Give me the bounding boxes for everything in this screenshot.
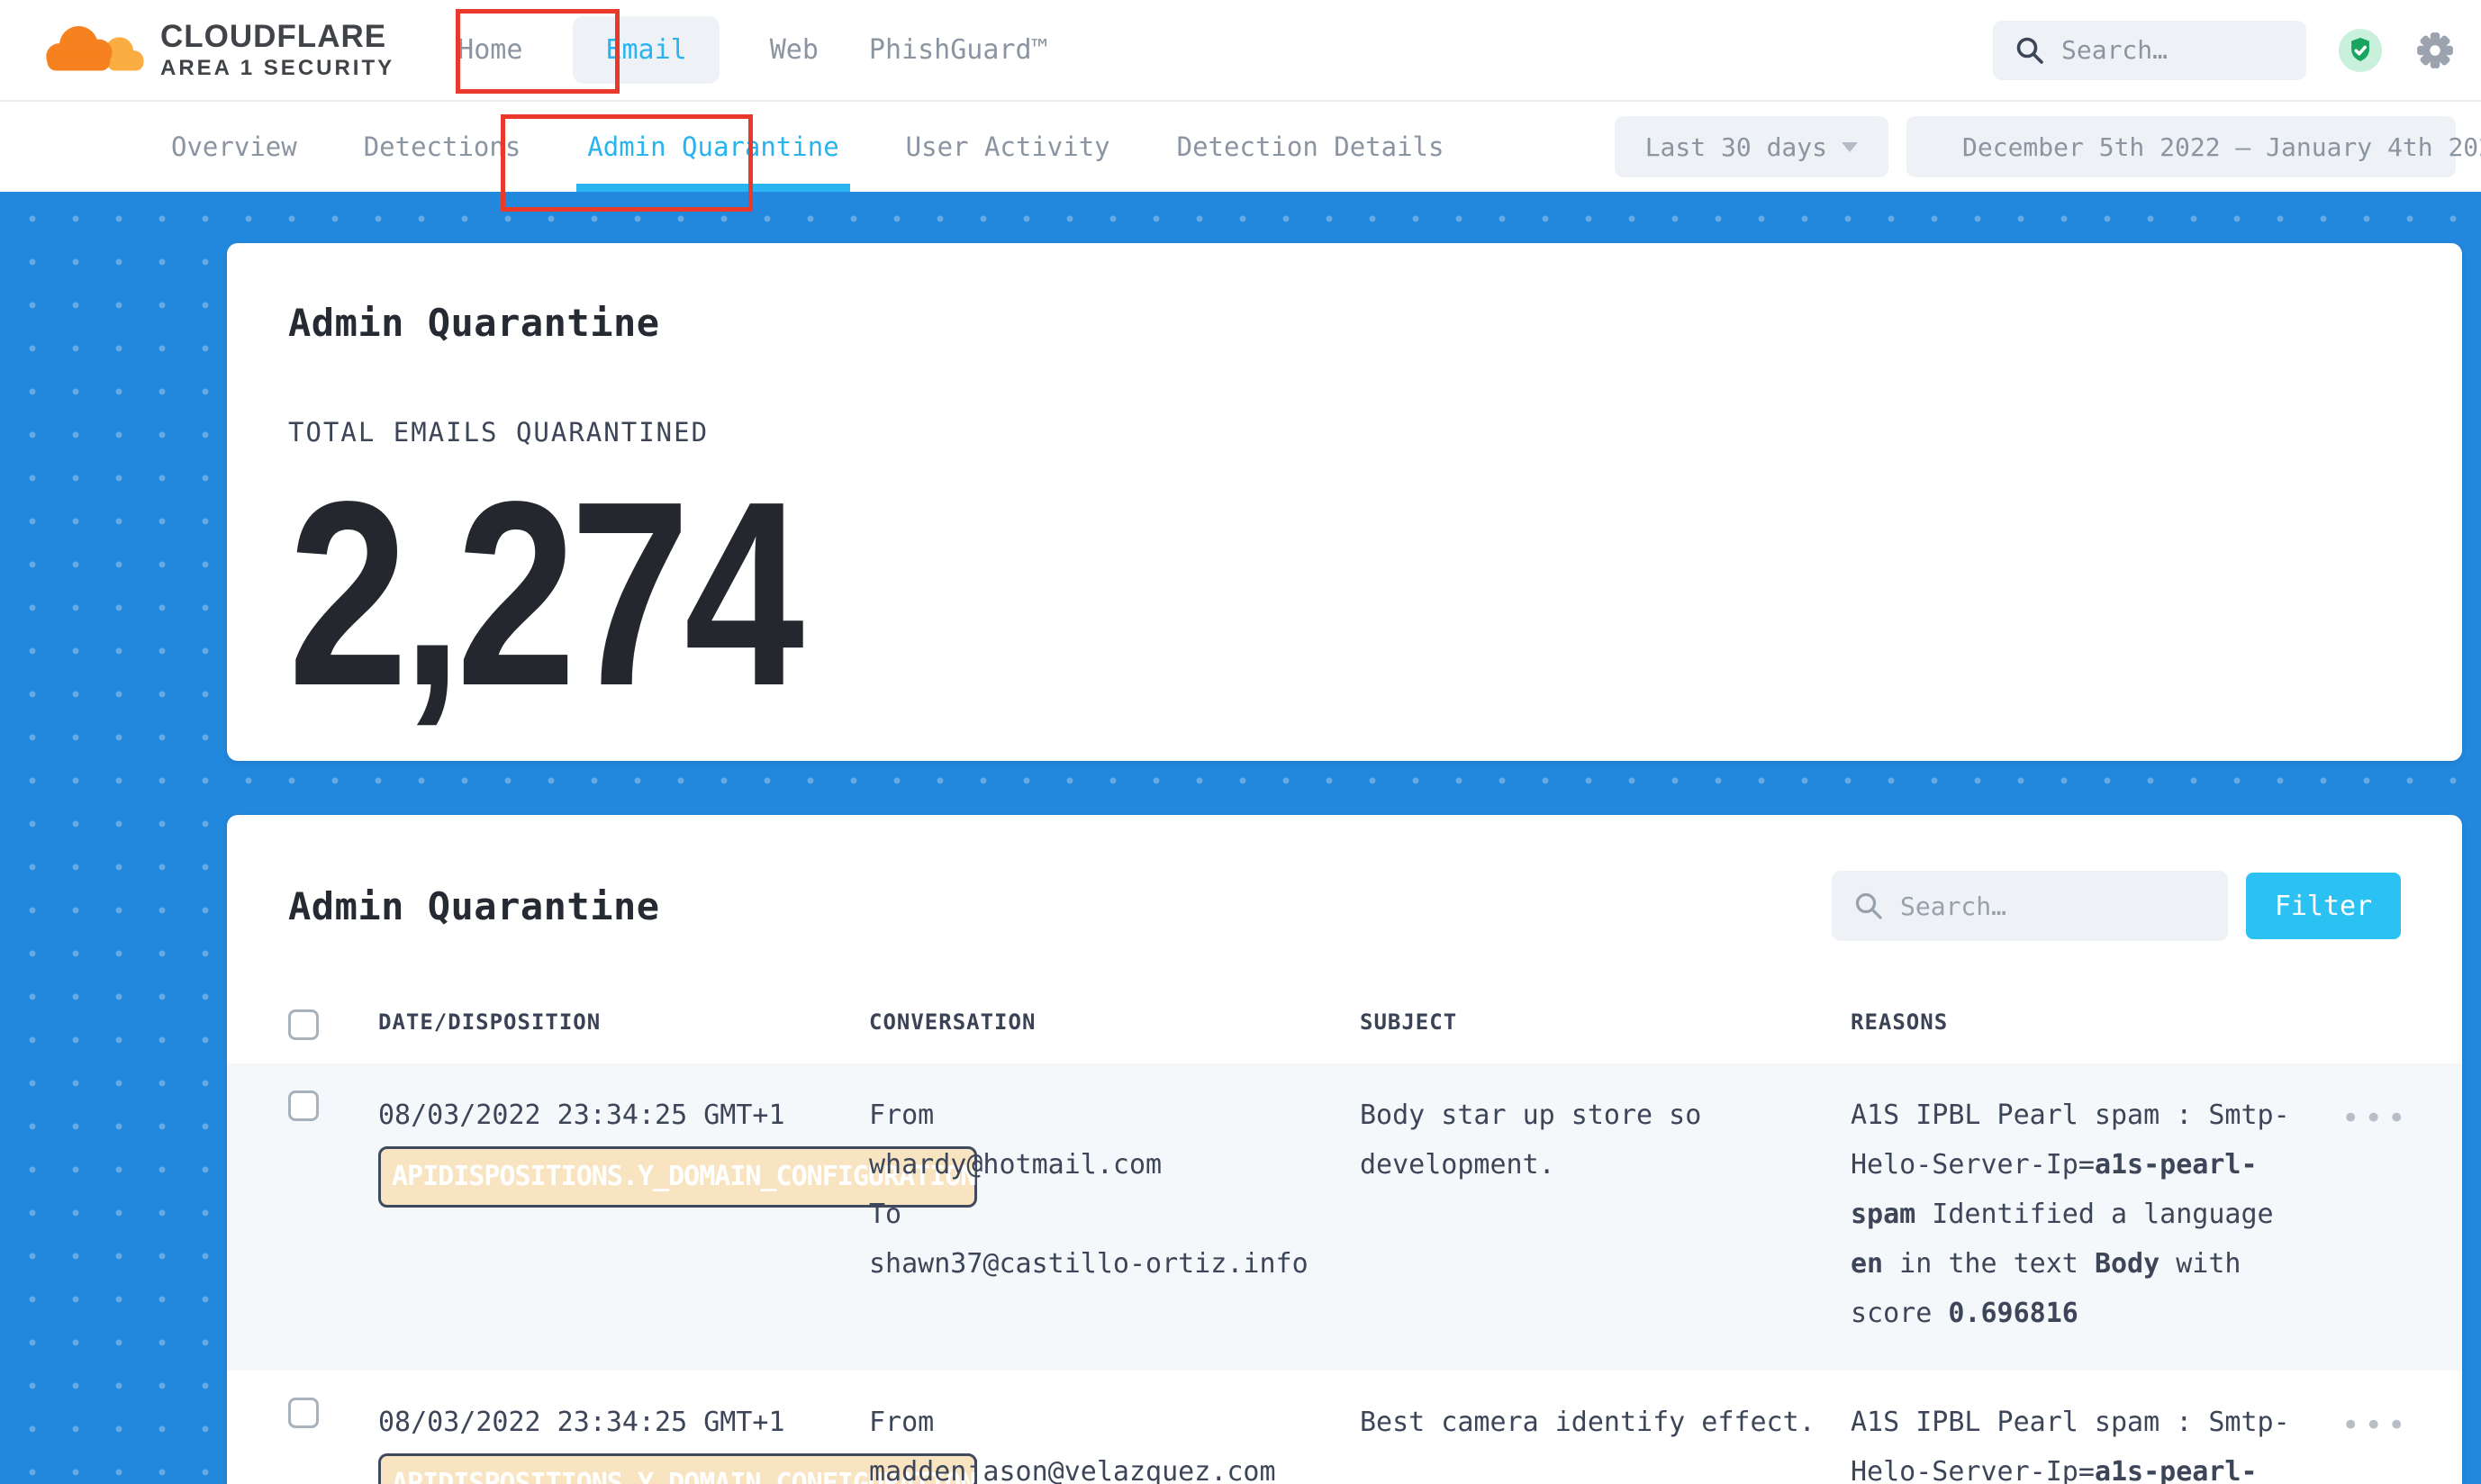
date-range-display[interactable]: December 5th 2022 — January 4th 2023 (1906, 116, 2456, 177)
conversation-cell: From whardy@hotmail.com To shawn37@casti… (869, 1090, 1360, 1289)
email-sub-nav: Overview Detections Admin Quarantine Use… (0, 102, 2481, 192)
tab-admin-quarantine[interactable]: Admin Quarantine (587, 102, 838, 192)
gear-icon[interactable] (2414, 30, 2456, 71)
from-address: whardy@hotmail.com (869, 1140, 1333, 1190)
primary-nav: Home Email Web PhishGuard™ (457, 16, 1047, 84)
from-label: From (869, 1398, 1333, 1447)
tab-detection-details[interactable]: Detection Details (1177, 102, 1444, 192)
tab-overview-label: Overview (171, 131, 297, 162)
row-date: 08/03/2022 23:34:25 GMT+1 (378, 1407, 785, 1438)
shield-check-icon[interactable] (2339, 29, 2382, 72)
row-more-options-icon[interactable]: ••• (2341, 1398, 2415, 1441)
from-address: maddenjason@velazquez.com (869, 1447, 1333, 1484)
quarantine-card-header: Admin Quarantine Filter (288, 871, 2401, 941)
conversation-cell: From maddenjason@velazquez.com To bradle… (869, 1398, 1360, 1484)
nav-item-web[interactable]: Web (770, 34, 819, 66)
summary-card-title: Admin Quarantine (288, 301, 2401, 345)
reasons-cell: A1S IPBL Pearl spam : Smtp-Helo-Server-I… (1851, 1398, 2341, 1484)
search-icon (2015, 35, 2045, 66)
cloudflare-cloud-icon (36, 19, 148, 82)
table-search-input[interactable] (1900, 891, 2206, 921)
subject-cell: Best camera identify effect. (1360, 1398, 1851, 1447)
sub-nav-tabs: Overview Detections Admin Quarantine Use… (171, 102, 1444, 192)
tab-detection-details-label: Detection Details (1177, 131, 1444, 162)
date-disposition-cell: 08/03/2022 23:34:25 GMT+1 APIDISPOSITION… (378, 1398, 869, 1447)
time-range-dropdown[interactable]: Last 30 days (1615, 116, 1888, 177)
column-header-conversation: CONVERSATION (869, 1009, 1360, 1035)
quarantine-card-title: Admin Quarantine (288, 884, 660, 928)
global-search[interactable] (1993, 21, 2306, 80)
quarantine-card: Admin Quarantine Filter D (227, 815, 2462, 1484)
tab-detections[interactable]: Detections (364, 102, 521, 192)
to-address: shawn37@castillo-ortiz.info (869, 1239, 1333, 1289)
top-bar-right (1993, 21, 2456, 80)
top-bar: CLOUDFLARE AREA 1 SECURITY Home Email We… (0, 0, 2481, 102)
brand-wordmark: CLOUDFLARE AREA 1 SECURITY (160, 21, 394, 80)
global-search-input[interactable] (2061, 35, 2285, 65)
row-checkbox[interactable] (288, 1398, 319, 1428)
content-area: Admin Quarantine TOTAL EMAILS QUARANTINE… (0, 192, 2481, 1484)
nav-item-home[interactable]: Home (457, 34, 522, 66)
row-date: 08/03/2022 23:34:25 GMT+1 (378, 1099, 785, 1131)
chevron-down-icon (1842, 142, 1858, 152)
metric-label: TOTAL EMAILS QUARANTINED (288, 417, 2401, 448)
summary-card: Admin Quarantine TOTAL EMAILS QUARANTINE… (227, 243, 2462, 761)
select-all-checkbox[interactable] (288, 1009, 319, 1040)
to-label: To (869, 1190, 1333, 1239)
filter-button[interactable]: Filter (2246, 873, 2401, 939)
tab-detections-label: Detections (364, 131, 521, 162)
tab-overview[interactable]: Overview (171, 102, 297, 192)
reasons-cell: A1S IPBL Pearl spam : Smtp-Helo-Server-I… (1851, 1090, 2341, 1338)
tab-user-activity-label: User Activity (906, 131, 1110, 162)
subject-cell: Body star up store so development. (1360, 1090, 1851, 1190)
tab-user-activity[interactable]: User Activity (906, 102, 1110, 192)
from-label: From (869, 1090, 1333, 1140)
table-row: 08/03/2022 23:34:25 GMT+1 APIDISPOSITION… (227, 1371, 2462, 1484)
table-row: 08/03/2022 23:34:25 GMT+1 APIDISPOSITION… (227, 1063, 2462, 1371)
active-tab-underline (576, 184, 849, 192)
quarantine-tools: Filter (1832, 871, 2401, 941)
page: CLOUDFLARE AREA 1 SECURITY Home Email We… (0, 0, 2481, 1484)
nav-item-phishguard[interactable]: PhishGuard™ (869, 34, 1048, 66)
column-header-date-disposition: DATE/DISPOSITION (378, 1009, 869, 1035)
metric-value: 2,274 (288, 462, 2021, 725)
sub-nav-right: Last 30 days December 5th 2022 — January… (1615, 116, 2456, 177)
brand-logo[interactable]: CLOUDFLARE AREA 1 SECURITY (36, 19, 394, 82)
table-header-row: DATE/DISPOSITION CONVERSATION SUBJECT RE… (288, 993, 2401, 1063)
date-disposition-cell: 08/03/2022 23:34:25 GMT+1 APIDISPOSITION… (378, 1090, 869, 1140)
time-range-label: Last 30 days (1645, 132, 1827, 162)
tab-admin-quarantine-label: Admin Quarantine (587, 131, 838, 162)
date-range-text: December 5th 2022 — January 4th 2023 (1962, 132, 2481, 162)
search-icon (1853, 891, 1884, 921)
row-checkbox[interactable] (288, 1090, 319, 1121)
table-search[interactable] (1832, 871, 2228, 941)
row-more-options-icon[interactable]: ••• (2341, 1090, 2415, 1134)
nav-item-email[interactable]: Email (573, 16, 719, 84)
brand-name: CLOUDFLARE (160, 21, 394, 54)
brand-subname: AREA 1 SECURITY (160, 57, 394, 79)
column-header-reasons: REASONS (1851, 1009, 2341, 1035)
column-header-subject: SUBJECT (1360, 1009, 1851, 1035)
